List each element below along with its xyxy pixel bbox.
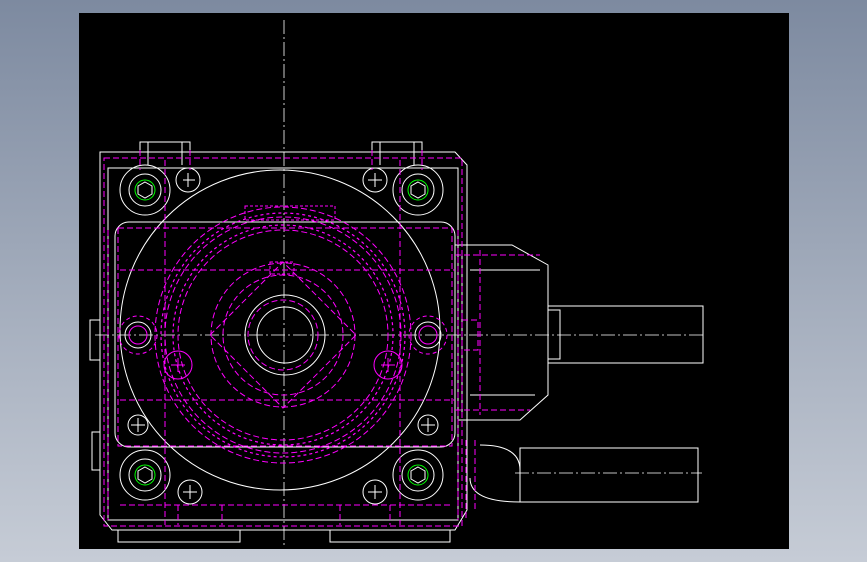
drawing-canvas: [79, 13, 789, 549]
cad-drawing: [79, 13, 789, 549]
cad-viewport[interactable]: [79, 13, 789, 549]
